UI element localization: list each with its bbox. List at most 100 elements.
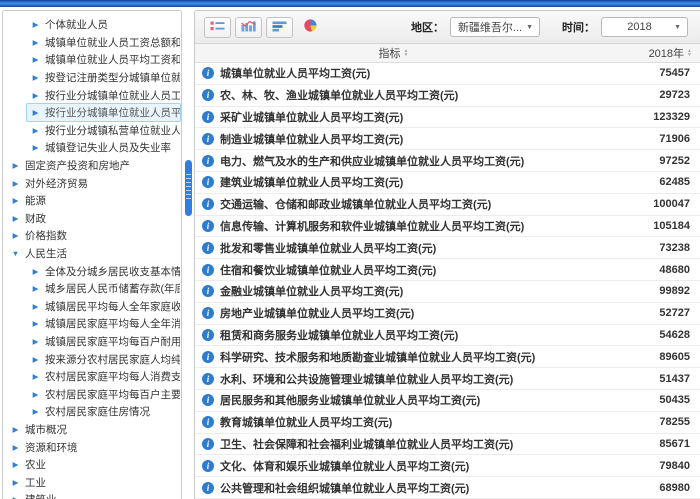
info-icon[interactable]: i [202, 155, 214, 167]
tree-arrow-icon: ▶ [11, 495, 20, 499]
tree-arrow-icon: ▶ [31, 73, 40, 82]
table-row: i 水利、环境和公共设施管理业城镇单位就业人员平均工资(元) 51437 [195, 368, 700, 390]
tree-arrow-icon: ▶ [11, 231, 20, 240]
sidebar-item-label: 按行业分城镇私营单位就业人员平均工资 [45, 123, 181, 138]
info-icon[interactable]: i [202, 482, 214, 494]
sidebar-item[interactable]: ▶ 按登记注册类型分城镇单位就业人员平均工资 [3, 69, 181, 87]
info-icon[interactable]: i [202, 394, 214, 406]
info-icon[interactable]: i [202, 351, 214, 363]
info-icon[interactable]: i [202, 67, 214, 79]
info-icon[interactable]: i [202, 438, 214, 450]
info-icon[interactable]: i [202, 264, 214, 276]
table-row: i 信息传输、计算机服务和软件业城镇单位就业人员平均工资(元) 105184 [195, 216, 700, 238]
sidebar-item[interactable]: ▶ 城镇单位就业人员工资总额和指数 [3, 34, 181, 52]
indicator-value: 51437 [592, 373, 700, 385]
sidebar-item[interactable]: ▶ 对外经济贸易 [3, 174, 181, 192]
sidebar-item-label: 工业 [25, 475, 46, 490]
indicator-name: 科学研究、技术服务和地质勘查业城镇单位就业人员平均工资(元) [220, 349, 535, 365]
tree-arrow-icon: ▶ [31, 55, 40, 64]
indicator-column-header[interactable]: 指标 ▲▼ [195, 45, 592, 61]
sidebar-item[interactable]: ▶ 城镇居民平均每人全年家庭收入来源 [3, 298, 181, 316]
sidebar-item[interactable]: ▶ 农业 [3, 456, 181, 474]
sidebar-scrollbar-thumb[interactable] [185, 160, 192, 216]
table-row: i 公共管理和社会组织城镇单位就业人员平均工资(元) 68980 [195, 477, 700, 499]
tree-arrow-icon: ▶ [31, 20, 40, 29]
sidebar-item[interactable]: ▶ 个体就业人员 [3, 16, 181, 34]
sidebar-item[interactable]: ▶ 按来源分农村居民家庭人均纯收入 [3, 350, 181, 368]
sidebar-item-label: 城乡居民人民币储蓄存款(年底余额) [45, 281, 181, 296]
sidebar-item[interactable]: ▶ 农村居民家庭平均每人消费支出 [3, 368, 181, 386]
sidebar-item[interactable]: ▶ 城镇居民家庭平均每人全年消费性支出 [3, 315, 181, 333]
sidebar-item-label: 城镇居民平均每人全年家庭收入来源 [45, 299, 181, 314]
year-column-header[interactable]: 2018年 ▲▼ [592, 45, 700, 61]
info-icon[interactable]: i [202, 176, 214, 188]
tree-arrow-icon: ▶ [31, 319, 40, 328]
sidebar-item[interactable]: ▶ 建筑业 [3, 491, 181, 499]
indicator-name: 居民服务和其他服务业城镇单位就业人员平均工资(元) [220, 392, 480, 408]
bar-line-chart-view-button[interactable] [235, 17, 262, 38]
sidebar-item[interactable]: ▶ 城镇单位就业人员平均工资和指数 [3, 51, 181, 69]
info-icon[interactable]: i [202, 373, 214, 385]
indicator-value: 50435 [592, 394, 700, 406]
table-row: i 制造业城镇单位就业人员平均工资(元) 71906 [195, 128, 700, 150]
indicator-name: 住宿和餐饮业城镇单位就业人员平均工资(元) [220, 262, 436, 278]
sidebar-item[interactable]: ▶ 价格指数 [3, 227, 181, 245]
sidebar-item-label: 个体就业人员 [45, 17, 108, 32]
indicator-value: 123329 [592, 111, 700, 123]
indicator-name: 电力、燃气及水的生产和供应业城镇单位就业人员平均工资(元) [220, 153, 524, 169]
sidebar-item[interactable]: ▶ 工业 [3, 473, 181, 491]
horizontal-bar-chart-icon [272, 20, 287, 35]
sidebar-item[interactable]: ▶ 资源和环境 [3, 438, 181, 456]
sidebar-item[interactable]: ▶ 按行业分城镇单位就业人员平均工资 [3, 104, 181, 122]
sidebar-item-label: 城镇单位就业人员工资总额和指数 [45, 35, 181, 50]
time-dropdown[interactable]: 2018 ▼ [601, 17, 688, 37]
list-view-button[interactable] [204, 17, 231, 38]
info-icon[interactable]: i [202, 111, 214, 123]
info-icon[interactable]: i [202, 89, 214, 101]
table-row: i 科学研究、技术服务和地质勘查业城镇单位就业人员平均工资(元) 89605 [195, 346, 700, 368]
tree-arrow-icon: ▶ [31, 38, 40, 47]
info-icon[interactable]: i [202, 220, 214, 232]
region-dropdown[interactable]: 新疆维吾尔... ▼ [450, 17, 540, 37]
sidebar-item[interactable]: ▶ 按行业分城镇单位就业人员工资总额 [3, 86, 181, 104]
info-icon[interactable]: i [202, 198, 214, 210]
sidebar-item[interactable]: ▶ 城市概况 [3, 421, 181, 439]
sidebar-item[interactable]: ▶ 农村居民家庭住房情况 [3, 403, 181, 421]
sidebar-item[interactable]: ▶ 全体及分城乡居民收支基本情况(新口径) [3, 262, 181, 280]
sidebar-item-label: 城镇登记失业人员及失业率 [45, 140, 171, 155]
sidebar-item[interactable]: ▶ 固定资产投资和房地产 [3, 157, 181, 175]
pie-chart-view-button[interactable] [297, 17, 324, 38]
tree-arrow-icon: ▶ [31, 407, 40, 416]
sidebar-item[interactable]: ▶ 按行业分城镇私营单位就业人员平均工资 [3, 122, 181, 140]
indicator-name: 批发和零售业城镇单位就业人员平均工资(元) [220, 240, 436, 256]
info-icon[interactable]: i [202, 307, 214, 319]
info-icon[interactable]: i [202, 416, 214, 428]
info-icon[interactable]: i [202, 285, 214, 297]
sidebar-item[interactable]: ▶ 农村居民家庭平均每百户主要耐用消费品拥有量 [3, 385, 181, 403]
tree-arrow-icon: ▶ [11, 460, 20, 469]
table-row: i 城镇单位就业人员平均工资(元) 75457 [195, 63, 700, 85]
tree-arrow-icon: ▶ [31, 302, 40, 311]
table-row: i 住宿和餐饮业城镇单位就业人员平均工资(元) 48680 [195, 259, 700, 281]
indicator-value: 79840 [592, 460, 700, 472]
sidebar-item[interactable]: ▼ 人民生活 [3, 245, 181, 263]
info-icon[interactable]: i [202, 242, 214, 254]
tree-arrow-icon: ▶ [31, 91, 40, 100]
indicator-name: 文化、体育和娱乐业城镇单位就业人员平均工资(元) [220, 458, 469, 474]
sidebar-item-label: 按来源分农村居民家庭人均纯收入 [45, 352, 181, 367]
sidebar-item[interactable]: ▶ 城镇登记失业人员及失业率 [3, 139, 181, 157]
sidebar-item[interactable]: ▶ 财政 [3, 210, 181, 228]
sidebar-item-label: 城市概况 [25, 422, 67, 437]
horizontal-bar-view-button[interactable] [266, 17, 293, 38]
indicator-value: 71906 [592, 133, 700, 145]
info-icon[interactable]: i [202, 329, 214, 341]
indicator-value: 75457 [592, 67, 700, 79]
sidebar-item[interactable]: ▶ 城镇居民家庭平均每百户耐用消费品拥有量 [3, 333, 181, 351]
info-icon[interactable]: i [202, 460, 214, 472]
sidebar-item[interactable]: ▶ 城乡居民人民币储蓄存款(年底余额) [3, 280, 181, 298]
sidebar-item-label: 全体及分城乡居民收支基本情况(新口径) [45, 264, 181, 279]
indicator-name: 制造业城镇单位就业人员平均工资(元) [220, 131, 403, 147]
indicator-value: 68980 [592, 482, 700, 494]
sidebar-item[interactable]: ▶ 能源 [3, 192, 181, 210]
info-icon[interactable]: i [202, 133, 214, 145]
